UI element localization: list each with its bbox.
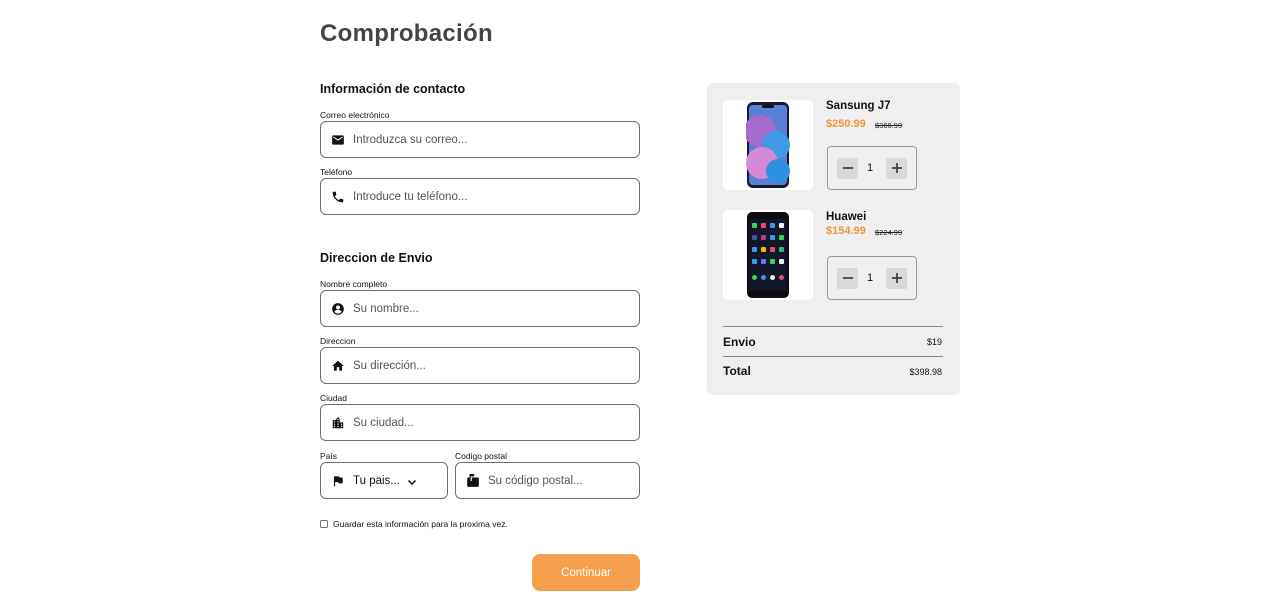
product-image-huawei xyxy=(723,210,813,300)
email-field-wrapper xyxy=(320,121,640,158)
city-input[interactable] xyxy=(353,416,608,429)
name-label: Nombre completo xyxy=(320,279,388,289)
total-value: $398.98 xyxy=(909,367,942,377)
quantity-stepper: 1 xyxy=(827,256,917,300)
save-info-checkbox[interactable] xyxy=(320,520,328,528)
product-name: Huawei xyxy=(826,211,867,223)
product-image-samsung xyxy=(723,100,813,190)
postal-label: Codigo postal xyxy=(455,451,507,461)
contact-section-title: Información de contacto xyxy=(320,82,466,96)
quantity-stepper: 1 xyxy=(827,146,917,190)
country-select[interactable]: Tu pais... xyxy=(320,462,448,499)
city-label: Ciudad xyxy=(320,393,347,403)
product-name: Sansung J7 xyxy=(826,100,891,112)
quantity-value: 1 xyxy=(867,272,874,284)
page-title: Comprobación xyxy=(320,20,493,47)
mail-icon xyxy=(331,133,345,147)
summary-divider xyxy=(723,326,943,327)
minus-icon xyxy=(842,277,853,279)
postal-field-wrapper xyxy=(455,462,640,499)
country-value: Tu pais... xyxy=(353,474,400,487)
summary-divider xyxy=(723,356,943,357)
shipping-section-title: Direccion de Envio xyxy=(320,251,433,265)
email-input[interactable] xyxy=(353,133,608,146)
product-price: $250.99 xyxy=(826,118,866,130)
product-price: $154.99 xyxy=(826,225,866,237)
cart-summary: Sansung J7 $250.99 $366.99 1 Huawei $154… xyxy=(707,83,960,395)
decrease-button[interactable] xyxy=(837,157,858,179)
shipping-cost-label: Envio xyxy=(723,335,756,349)
address-field-wrapper xyxy=(320,347,640,384)
address-label: Direccion xyxy=(320,336,356,346)
home-icon xyxy=(331,359,345,373)
save-info-row: Guardar esta información para la proxima… xyxy=(320,519,508,529)
product-old-price: $224.99 xyxy=(875,228,903,237)
quantity-value: 1 xyxy=(867,162,874,174)
total-label: Total xyxy=(723,364,751,378)
increase-button[interactable] xyxy=(886,157,907,179)
continue-button[interactable]: Continuar xyxy=(532,554,640,591)
plus-icon xyxy=(891,273,902,283)
country-label: País xyxy=(320,451,338,461)
city-icon xyxy=(331,416,345,430)
name-input[interactable] xyxy=(353,302,608,315)
product-old-price: $366.99 xyxy=(875,121,903,130)
phone-label: Teléfono xyxy=(320,167,353,177)
minus-icon xyxy=(842,167,853,169)
email-label: Correo electrónico xyxy=(320,110,390,120)
chevron-down-icon xyxy=(406,475,418,487)
mailbox-icon xyxy=(466,473,480,488)
shipping-cost-value: $19 xyxy=(926,337,942,347)
flag-icon xyxy=(331,474,345,488)
save-info-label: Guardar esta información para la proxima… xyxy=(333,519,508,529)
plus-icon xyxy=(891,163,902,173)
phone-icon xyxy=(331,190,345,204)
name-field-wrapper xyxy=(320,290,640,327)
phone-input[interactable] xyxy=(353,190,608,203)
phone-field-wrapper xyxy=(320,178,640,215)
postal-input[interactable] xyxy=(488,474,635,487)
decrease-button[interactable] xyxy=(837,267,858,289)
increase-button[interactable] xyxy=(886,267,907,289)
city-field-wrapper xyxy=(320,404,640,441)
account-icon xyxy=(331,302,345,316)
address-input[interactable] xyxy=(353,359,608,372)
